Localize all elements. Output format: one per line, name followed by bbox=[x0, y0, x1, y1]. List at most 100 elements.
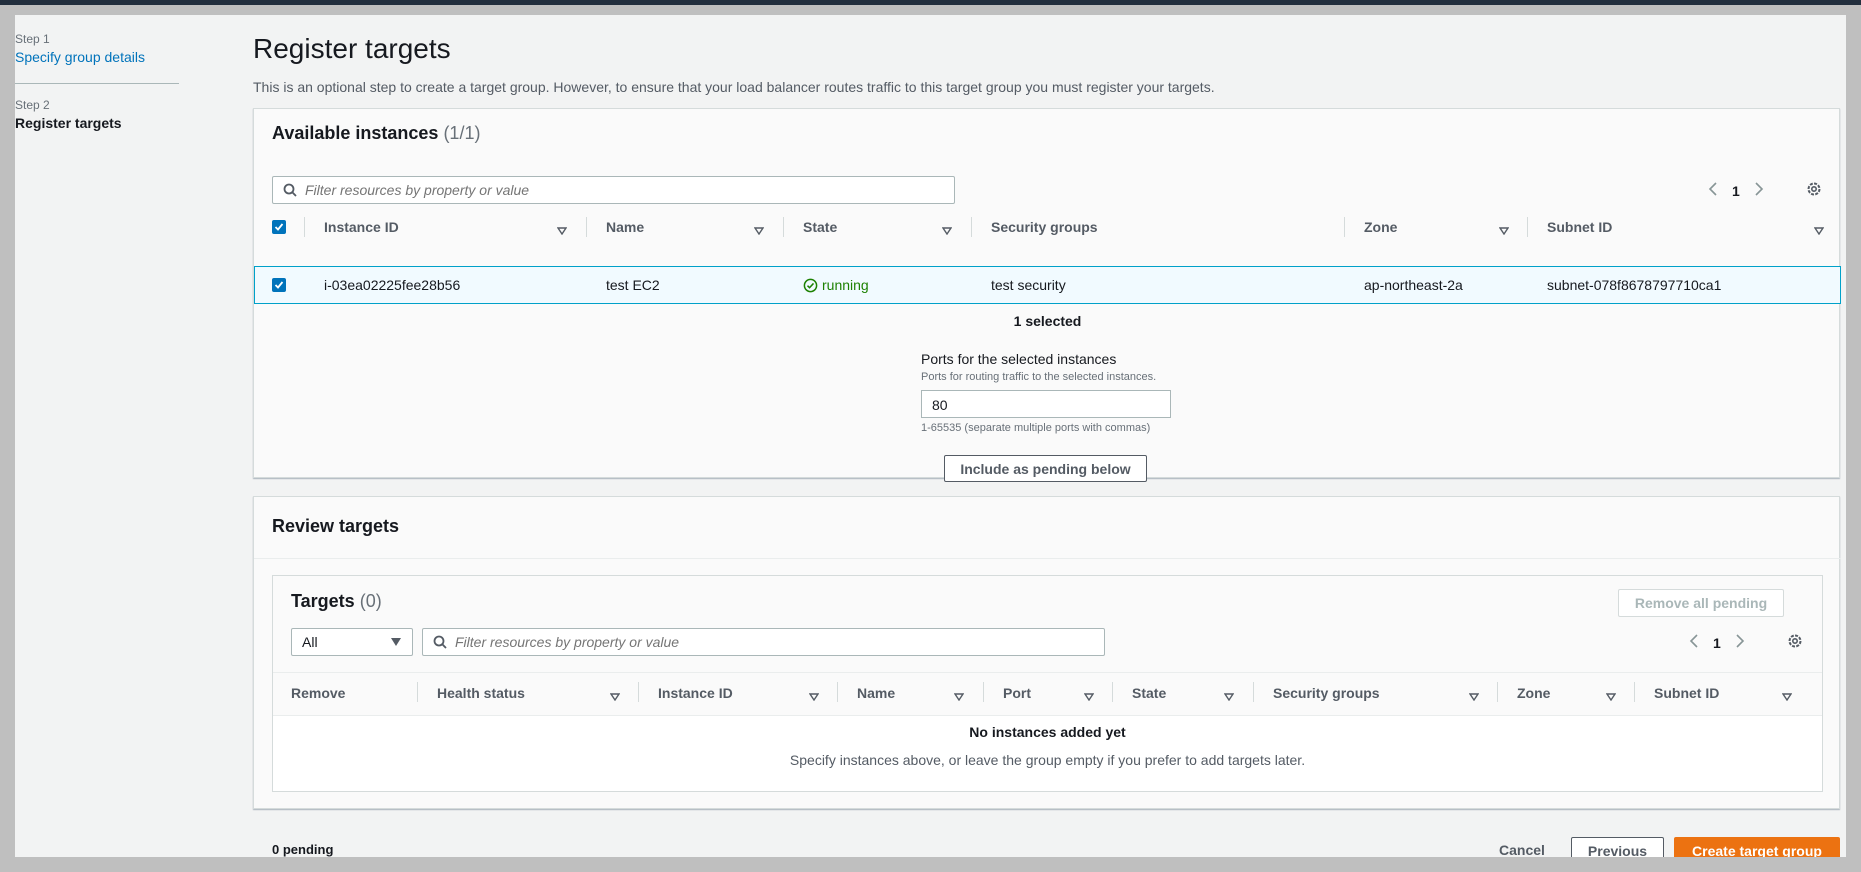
available-search-input[interactable] bbox=[272, 176, 955, 204]
wizard-steps-nav: Step 1 Specify group details Step 2 Regi… bbox=[15, 15, 180, 131]
sort-icon[interactable] bbox=[1813, 222, 1825, 240]
sort-icon[interactable] bbox=[1781, 688, 1793, 706]
filter-select-value: All bbox=[302, 634, 318, 650]
column-port[interactable]: Port bbox=[1003, 685, 1031, 701]
column-state[interactable]: State bbox=[803, 219, 837, 235]
search-icon bbox=[283, 183, 297, 197]
column-security-groups[interactable]: Security groups bbox=[991, 219, 1098, 235]
sort-icon[interactable] bbox=[1223, 688, 1235, 706]
select-all-checkbox[interactable] bbox=[272, 220, 286, 234]
nav-divider bbox=[15, 83, 179, 84]
column-state[interactable]: State bbox=[1132, 685, 1166, 701]
available-instances-count: (1/1) bbox=[443, 123, 481, 143]
sort-icon[interactable] bbox=[1083, 688, 1095, 706]
filter-select[interactable]: All bbox=[291, 628, 413, 656]
ports-hint: 1-65535 (separate multiple ports with co… bbox=[921, 422, 1151, 434]
column-separator bbox=[1527, 217, 1528, 237]
review-targets-title: Review targets bbox=[272, 516, 400, 536]
column-separator bbox=[304, 217, 305, 237]
sort-icon[interactable] bbox=[941, 222, 953, 240]
column-separator bbox=[837, 682, 838, 702]
column-separator bbox=[1344, 217, 1345, 237]
step1-label: Step 1 bbox=[15, 32, 50, 46]
search-icon bbox=[433, 635, 447, 649]
column-remove: Remove bbox=[291, 685, 346, 701]
sort-icon[interactable] bbox=[808, 688, 820, 706]
page-title: Register targets bbox=[253, 33, 451, 64]
previous-button[interactable]: Previous bbox=[1571, 837, 1664, 857]
column-name[interactable]: Name bbox=[606, 219, 644, 235]
step2-label: Step 2 bbox=[15, 98, 50, 112]
column-subnet-id[interactable]: Subnet ID bbox=[1547, 219, 1612, 235]
divider bbox=[273, 672, 1822, 673]
column-subnet-id[interactable]: Subnet ID bbox=[1654, 685, 1719, 701]
column-instance-id[interactable]: Instance ID bbox=[324, 219, 399, 235]
column-health-status[interactable]: Health status bbox=[437, 685, 525, 701]
sort-icon[interactable] bbox=[556, 222, 568, 240]
cancel-button[interactable]: Cancel bbox=[1499, 842, 1545, 857]
pending-count: 0 pending bbox=[272, 842, 334, 857]
page: Step 1 Specify group details Step 2 Regi… bbox=[15, 15, 1846, 857]
page-description: This is an optional step to create a tar… bbox=[253, 79, 1215, 95]
sort-icon[interactable] bbox=[753, 222, 765, 240]
column-zone[interactable]: Zone bbox=[1364, 219, 1397, 235]
main-content: Register targets This is an optional ste… bbox=[253, 15, 1846, 95]
cell-zone: ap-northeast-2a bbox=[1364, 277, 1463, 293]
column-separator bbox=[1253, 682, 1254, 702]
ports-description: Ports for routing traffic to the selecte… bbox=[921, 371, 1157, 383]
include-as-pending-button[interactable]: Include as pending below bbox=[944, 455, 1147, 482]
table-row[interactable]: i-03ea02225fee28b56 test EC2 running tes… bbox=[254, 266, 1841, 304]
column-separator bbox=[586, 217, 587, 237]
available-instances-title: Available instances (1/1) bbox=[272, 123, 480, 144]
targets-search-field[interactable] bbox=[455, 634, 1034, 650]
sort-icon[interactable] bbox=[609, 688, 621, 706]
sort-icon[interactable] bbox=[953, 688, 965, 706]
cell-security-groups: test security bbox=[991, 277, 1066, 293]
targets-pager: 1 bbox=[1687, 633, 1747, 652]
ports-input[interactable]: 80 bbox=[921, 390, 1171, 418]
cell-instance-id: i-03ea02225fee28b56 bbox=[324, 277, 461, 293]
column-name[interactable]: Name bbox=[857, 685, 895, 701]
available-pager: 1 bbox=[1706, 181, 1766, 200]
column-security-groups[interactable]: Security groups bbox=[1273, 685, 1380, 701]
step1-link[interactable]: Specify group details bbox=[15, 49, 180, 65]
caret-down-icon bbox=[391, 638, 401, 646]
chevron-left-icon[interactable] bbox=[1706, 181, 1720, 200]
available-search-field[interactable] bbox=[305, 182, 884, 198]
column-separator bbox=[783, 217, 784, 237]
sort-icon[interactable] bbox=[1605, 688, 1617, 706]
sort-icon[interactable] bbox=[1498, 222, 1510, 240]
column-separator bbox=[971, 217, 972, 237]
available-instances-panel: Available instances (1/1) 1 Instance ID … bbox=[253, 108, 1841, 482]
create-target-group-button[interactable]: Create target group bbox=[1674, 837, 1840, 857]
sort-icon[interactable] bbox=[1468, 688, 1480, 706]
selected-count: 1 selected bbox=[1013, 313, 1082, 329]
ports-label: Ports for the selected instances bbox=[921, 351, 1117, 367]
column-instance-id[interactable]: Instance ID bbox=[658, 685, 733, 701]
targets-page-number[interactable]: 1 bbox=[1713, 635, 1721, 651]
check-circle-icon bbox=[803, 278, 818, 292]
targets-title: Targets (0) bbox=[291, 591, 382, 612]
cell-state: running bbox=[803, 277, 869, 293]
column-separator bbox=[1497, 682, 1498, 702]
gear-icon[interactable] bbox=[1787, 633, 1803, 654]
chevron-right-icon[interactable] bbox=[1733, 633, 1747, 652]
chevron-right-icon[interactable] bbox=[1752, 181, 1766, 200]
row-checkbox[interactable] bbox=[272, 278, 286, 292]
top-bar bbox=[0, 0, 1861, 5]
targets-count: (0) bbox=[359, 591, 382, 611]
targets-title-text: Targets bbox=[291, 591, 355, 611]
available-page-number[interactable]: 1 bbox=[1732, 183, 1740, 199]
column-separator bbox=[983, 682, 984, 702]
column-zone[interactable]: Zone bbox=[1517, 685, 1550, 701]
column-separator bbox=[1634, 682, 1635, 702]
column-separator bbox=[638, 682, 639, 702]
targets-table-container: Targets (0) Remove all pending All 1 bbox=[272, 575, 1823, 792]
chevron-left-icon[interactable] bbox=[1687, 633, 1701, 652]
cell-name: test EC2 bbox=[606, 277, 660, 293]
cell-subnet-id: subnet-078f8678797710ca1 bbox=[1547, 277, 1722, 293]
remove-all-pending-button[interactable]: Remove all pending bbox=[1618, 589, 1784, 617]
gear-icon[interactable] bbox=[1806, 181, 1822, 202]
empty-state-title: No instances added yet bbox=[969, 724, 1126, 740]
targets-search-input[interactable] bbox=[422, 628, 1105, 656]
